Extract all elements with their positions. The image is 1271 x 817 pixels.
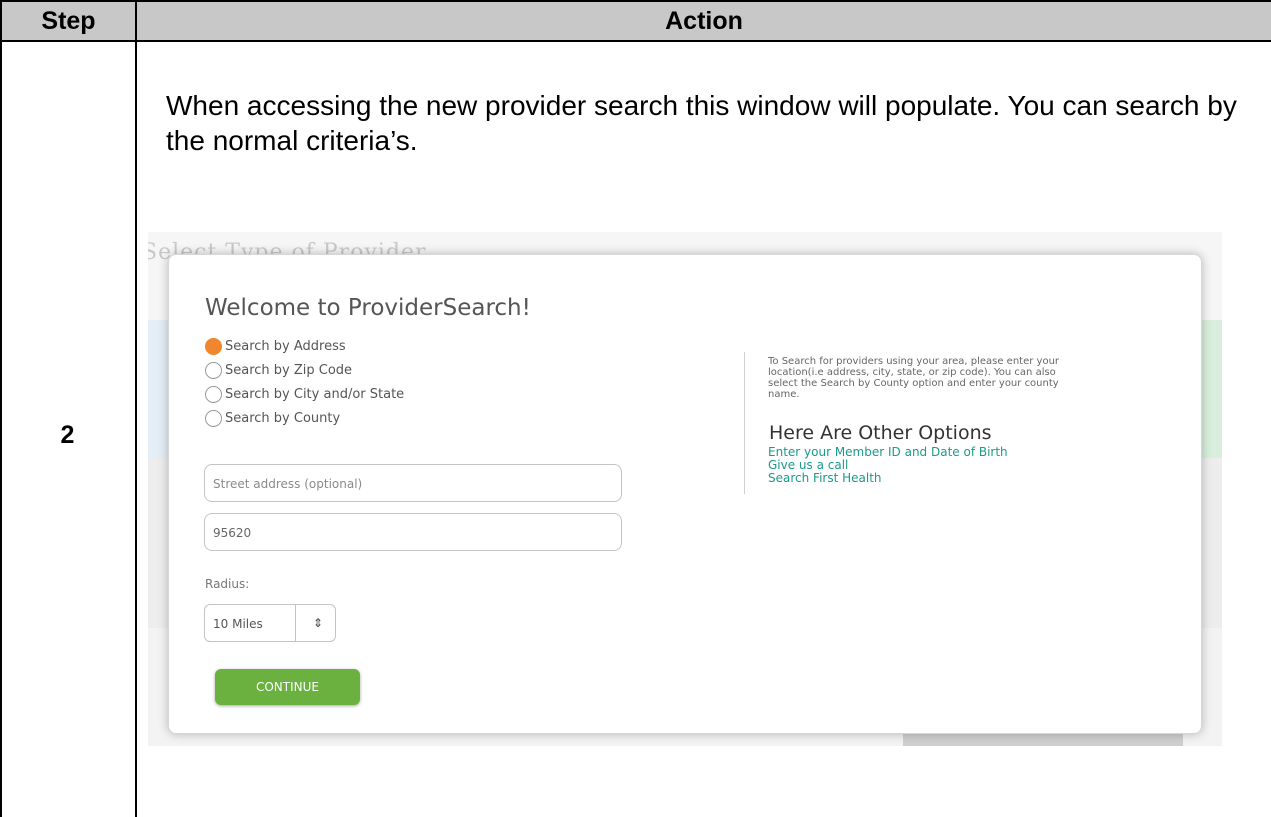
radius-select[interactable]: 10 Miles ⇕: [204, 604, 336, 642]
modal-column-divider: [744, 352, 745, 494]
updown-arrow-icon[interactable]: ⇕: [303, 605, 333, 641]
modal-title: Welcome to ProviderSearch!: [205, 295, 531, 321]
radio-search-by-city-state[interactable]: Search by City and/or State: [205, 386, 404, 403]
radio-label: Search by City and/or State: [225, 387, 405, 402]
radius-label: Radius:: [205, 577, 250, 591]
radio-search-by-county[interactable]: Search by County: [205, 410, 340, 427]
instruction-text: When accessing the new provider search t…: [166, 90, 1237, 156]
step-column-header: Step: [0, 0, 135, 42]
zip-code-input[interactable]: 95620: [204, 513, 622, 551]
help-text: To Search for providers using your area,…: [768, 356, 1060, 400]
radius-value: 10 Miles: [213, 617, 263, 631]
procedure-table: Step Action 2 When accessing the new pro…: [0, 0, 1271, 817]
other-options-title: Here Are Other Options: [769, 422, 992, 444]
embedded-screenshot: Select Type of Provider Welcome to Provi…: [148, 232, 1222, 746]
continue-button[interactable]: CONTINUE: [215, 669, 360, 705]
radio-label: Search by Zip Code: [225, 363, 353, 378]
table-left-border: [0, 0, 2, 817]
radio-checked-icon[interactable]: [205, 338, 222, 355]
table-column-divider: [135, 0, 137, 817]
link-search-first-health[interactable]: Search First Health: [768, 472, 882, 485]
radio-search-by-zip[interactable]: Search by Zip Code: [205, 362, 352, 379]
provider-search-modal: Welcome to ProviderSearch! Search by Add…: [168, 254, 1202, 734]
street-address-input[interactable]: Street address (optional): [204, 464, 622, 502]
radio-search-by-address[interactable]: Search by Address: [205, 338, 346, 355]
action-header-label: Action: [665, 7, 743, 35]
radio-unchecked-icon[interactable]: [205, 386, 222, 403]
step-header-label: Step: [41, 7, 96, 35]
radio-unchecked-icon[interactable]: [205, 362, 222, 379]
background-panel-left: [148, 320, 168, 458]
action-column-header: Action: [135, 0, 1271, 42]
radio-label: Search by County: [225, 411, 341, 426]
select-divider: [295, 605, 296, 641]
radio-label: Search by Address: [225, 339, 346, 354]
step-number: 2: [60, 421, 75, 449]
radio-unchecked-icon[interactable]: [205, 410, 222, 427]
